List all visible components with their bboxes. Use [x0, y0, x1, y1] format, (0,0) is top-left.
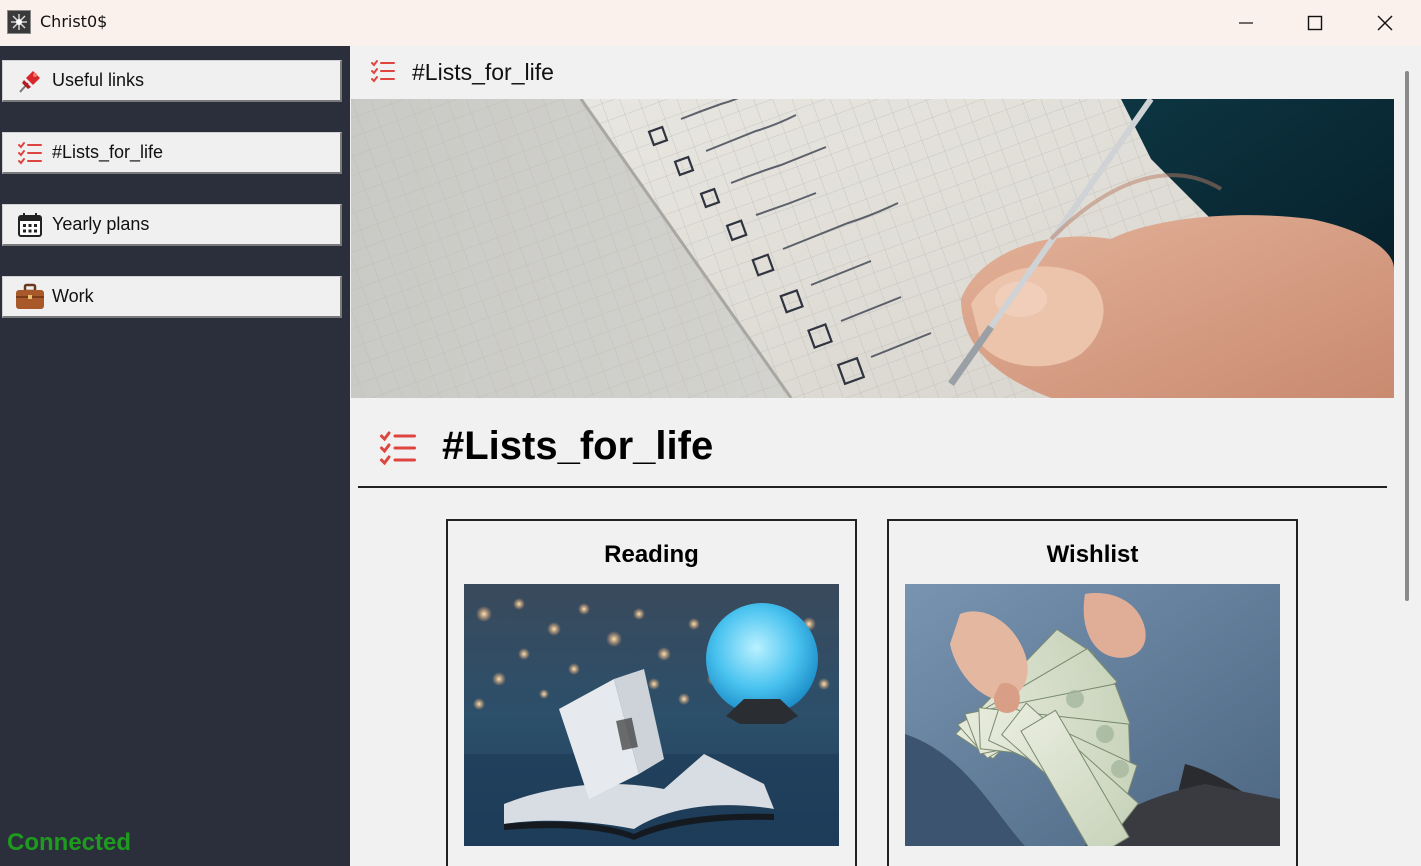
sidebar-item-label: Work — [52, 286, 94, 306]
sidebar-item-work[interactable]: Work — [2, 276, 342, 318]
minimize-button[interactable] — [1211, 0, 1281, 46]
scrollbar-thumb[interactable] — [1405, 71, 1409, 601]
checklist-icon — [15, 138, 45, 168]
page-title: #Lists_for_life — [442, 424, 714, 468]
reading-image — [464, 584, 839, 846]
card-reading[interactable]: Reading — [446, 519, 857, 866]
checklist-icon — [378, 430, 418, 471]
card-title: Reading — [604, 541, 699, 568]
title-bar: Christ0$ — [0, 0, 1421, 46]
main-panel: #Lists_for_life #Lists_for_life Reading … — [350, 46, 1421, 866]
pushpin-icon — [15, 66, 45, 96]
app-icon — [7, 10, 31, 34]
minimize-icon — [1239, 22, 1253, 24]
divider — [358, 486, 1387, 488]
window-title: Christ0$ — [40, 12, 108, 31]
vertical-scrollbar[interactable] — [1394, 46, 1421, 866]
wishlist-image — [905, 584, 1280, 846]
checklist-icon — [370, 59, 396, 88]
sidebar-item-label: Yearly plans — [52, 214, 150, 234]
close-button[interactable] — [1350, 0, 1420, 46]
sidebar-item-label: #Lists_for_life — [52, 142, 164, 162]
connection-status: Connected — [7, 829, 132, 856]
sidebar-item-lists-for-life[interactable]: #Lists_for_life — [2, 132, 342, 174]
page-header-bar: #Lists_for_life — [350, 46, 1394, 98]
maximize-button[interactable] — [1280, 0, 1350, 46]
sidebar: Useful links #Lists_for_life Yearly plan… — [0, 46, 350, 866]
close-icon — [1377, 15, 1393, 31]
banner-image — [351, 99, 1394, 398]
briefcase-icon — [15, 282, 45, 312]
page-header-title: #Lists_for_life — [412, 59, 554, 85]
calendar-icon — [15, 210, 45, 240]
card-title: Wishlist — [1046, 541, 1139, 568]
card-wishlist[interactable]: Wishlist — [887, 519, 1298, 866]
sidebar-item-label: Useful links — [52, 70, 145, 90]
sidebar-item-useful-links[interactable]: Useful links — [2, 60, 342, 102]
sidebar-item-yearly-plans[interactable]: Yearly plans — [2, 204, 342, 246]
maximize-icon — [1307, 15, 1323, 31]
